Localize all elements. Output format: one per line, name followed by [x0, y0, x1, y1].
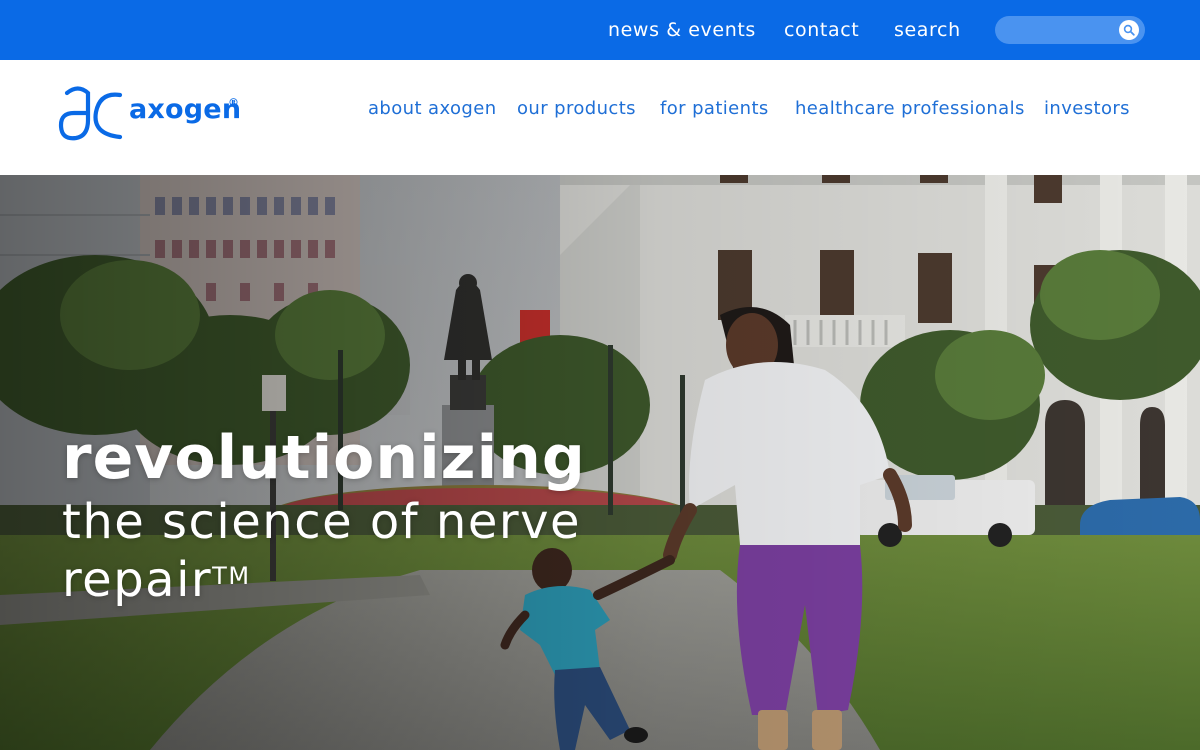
- nav-healthcare-professionals[interactable]: healthcare professionals: [795, 97, 1025, 121]
- hero-section: revolutionizing the science of nerve rep…: [0, 175, 1200, 750]
- main-header: axogen ® about axogen our products for p…: [0, 60, 1200, 175]
- utility-bar: news & events contact search: [0, 0, 1200, 60]
- contact-link[interactable]: contact: [784, 17, 859, 43]
- nav-investors[interactable]: investors: [1044, 97, 1130, 121]
- nav-our-products[interactable]: our products: [517, 97, 636, 121]
- magnifier-icon: [1123, 24, 1135, 36]
- hero-subheadline-text: the science of nerve repair: [62, 494, 582, 608]
- registered-mark: ®: [228, 96, 239, 109]
- search-link[interactable]: search: [894, 17, 961, 43]
- nav-for-patients[interactable]: for patients: [660, 97, 769, 121]
- hero-headline: revolutionizing: [62, 423, 586, 493]
- nav-about-axogen[interactable]: about axogen: [368, 97, 497, 121]
- hero-subheadline: the science of nerve repairTM: [62, 493, 642, 609]
- news-events-link[interactable]: news & events: [608, 17, 756, 43]
- search-button[interactable]: [1119, 20, 1139, 40]
- logo-wordmark: axogen: [129, 94, 242, 125]
- trademark-mark: TM: [212, 562, 251, 590]
- axogen-logo-mark-icon: [58, 86, 123, 141]
- axogen-logo[interactable]: axogen ®: [58, 84, 248, 144]
